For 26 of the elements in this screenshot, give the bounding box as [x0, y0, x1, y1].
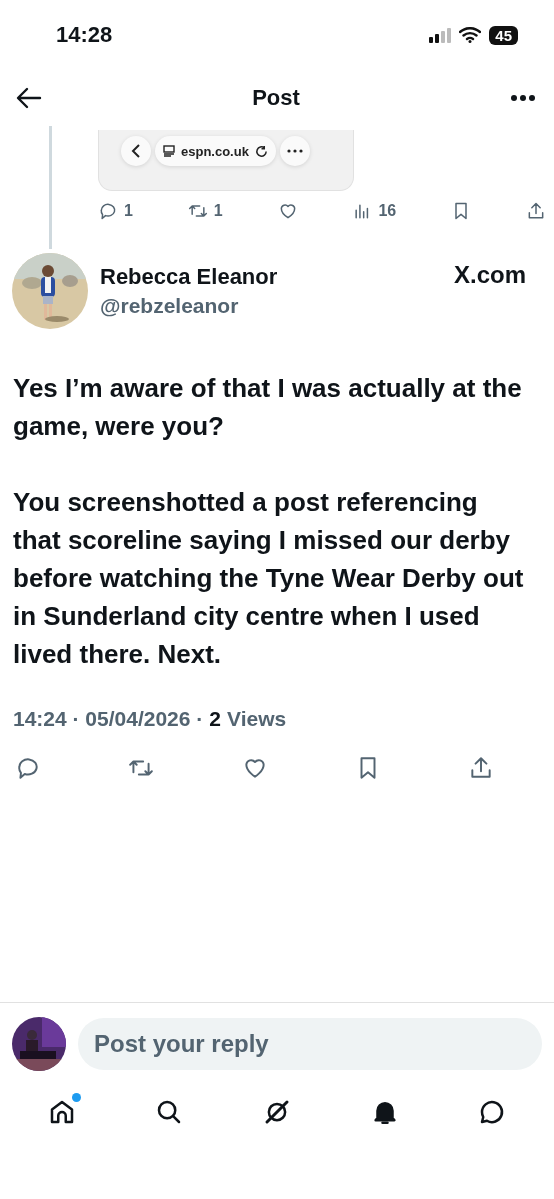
post-text: Yes I’m aware of that I was actually at the game, were you? [13, 372, 523, 443]
action-count: 1 [213, 202, 223, 220]
views-label: Views [227, 707, 287, 731]
share-icon[interactable] [526, 201, 546, 221]
post-timestamp: 14:24 · 05/04/2026 · [13, 707, 204, 731]
reply-icon[interactable] [98, 201, 118, 221]
action-count: 1 [124, 202, 133, 220]
battery-indicator: 45 [489, 25, 518, 45]
more-options-icon [286, 149, 303, 153]
signal-icon [429, 27, 452, 43]
reply-input-field[interactable]: Post your reply [78, 1018, 542, 1070]
back-arrow-icon[interactable] [16, 87, 42, 109]
action-count: 16 [378, 202, 397, 220]
author-handle[interactable]: @rebzeleanor [100, 294, 442, 318]
wifi-icon [459, 27, 482, 43]
address-bar: espn.co.uk [155, 136, 276, 166]
page-title: Post [252, 85, 300, 111]
reply-icon[interactable] [15, 755, 41, 781]
source-label: X.com [453, 261, 526, 289]
post-text: You screenshotted a post referencing that scoreline saying I missed our derby before watching the Tyne Wear Derby out in Sunderland city centre when I used lived there. Next. [13, 486, 525, 671]
views-count: 2 [209, 707, 221, 731]
more-options-icon[interactable] [510, 94, 536, 102]
chevron-left-icon [130, 144, 142, 158]
status-time: 14:28 [56, 22, 113, 48]
author-name[interactable]: Rebecca Eleanor [100, 264, 442, 290]
share-icon[interactable] [468, 755, 494, 781]
